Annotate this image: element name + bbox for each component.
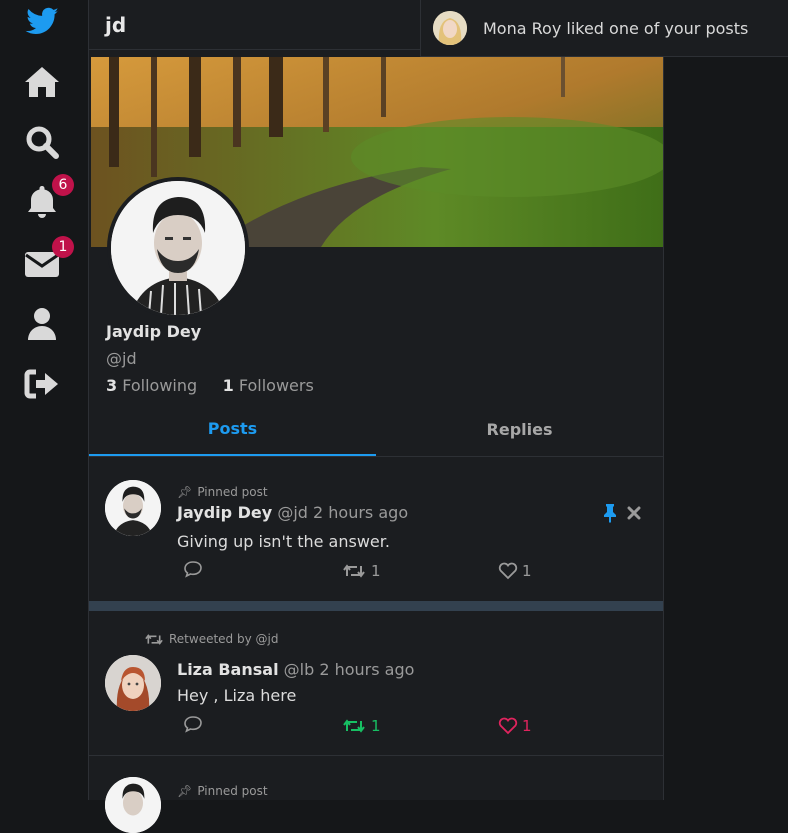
followers-label: Followers xyxy=(238,376,314,395)
post-author-name[interactable]: Liza Bansal xyxy=(177,660,279,679)
like-button[interactable]: 1 xyxy=(498,715,532,737)
following-label: Following xyxy=(122,376,198,395)
profile-handle: @jd xyxy=(106,349,137,368)
comment-icon xyxy=(184,561,202,578)
post-text: Giving up isn't the answer. xyxy=(177,532,390,551)
comment-button[interactable] xyxy=(183,560,343,582)
search-icon[interactable] xyxy=(22,122,62,162)
following-count: 3 xyxy=(106,376,118,395)
sidebar: 6 1 xyxy=(0,0,88,800)
like-count: 1 xyxy=(522,562,532,580)
post-author-name[interactable]: Jaydip Dey xyxy=(177,503,272,522)
followers-count: 1 xyxy=(222,376,234,395)
tab-replies[interactable]: Replies xyxy=(376,403,663,456)
retweet-icon xyxy=(343,564,365,578)
main-column: jd Jaydip Dey @jd 3 Following 1 Follower… xyxy=(88,0,664,833)
retweet-icon xyxy=(343,719,365,733)
comment-button[interactable] xyxy=(183,715,343,737)
notification-avatar xyxy=(433,11,467,45)
notification-text: Mona Roy liked one of your posts xyxy=(483,18,749,38)
retweet-small-icon xyxy=(145,633,163,645)
bell-icon[interactable]: 6 xyxy=(22,174,74,222)
profile-info: Jaydip Dey @jd 3 Following 1 Followers xyxy=(106,322,314,395)
profile-tabs: Posts Replies xyxy=(89,403,663,457)
home-icon[interactable] xyxy=(22,62,62,102)
logout-icon[interactable] xyxy=(22,364,62,404)
pinned-indicator: 📌︎ Pinned post xyxy=(177,780,268,799)
message-badge: 1 xyxy=(52,236,74,258)
retweet-count: 1 xyxy=(371,562,381,580)
pinned-label: Pinned post xyxy=(197,784,268,798)
followers-link[interactable]: 1 Followers xyxy=(223,376,314,395)
post-avatar[interactable] xyxy=(105,777,161,833)
like-count: 1 xyxy=(522,717,532,735)
pin-small-icon: 📌︎ xyxy=(177,784,193,798)
pin-small-icon: 📌︎ xyxy=(177,485,193,499)
post-avatar[interactable] xyxy=(105,655,161,711)
pinned-indicator: 📌︎ Pinned post xyxy=(177,481,268,500)
like-button[interactable]: 1 xyxy=(498,560,532,582)
retweet-count: 1 xyxy=(371,717,381,735)
post-actions: 1 1 xyxy=(183,560,532,582)
page-title: jd xyxy=(105,12,127,37)
retweet-button[interactable]: 1 xyxy=(343,715,498,737)
post-time: 2 hours ago xyxy=(313,503,409,522)
retweeted-label: Retweeted by @jd xyxy=(169,632,279,646)
heart-icon xyxy=(498,717,518,735)
pinned-separator xyxy=(89,601,663,611)
notification-badge: 6 xyxy=(52,174,74,196)
post-actions: 1 1 xyxy=(183,715,532,737)
pin-button[interactable] xyxy=(601,503,621,523)
notification-toast[interactable]: Mona Roy liked one of your posts xyxy=(420,0,788,57)
post-time: 2 hours ago xyxy=(319,660,415,679)
post-avatar[interactable] xyxy=(105,480,161,536)
post-author-handle: @lb xyxy=(283,660,315,679)
retweeted-indicator: Retweeted by @jd xyxy=(145,632,278,646)
post-text: Hey , Liza here xyxy=(177,686,297,705)
pinned-label: Pinned post xyxy=(197,485,268,499)
user-icon[interactable] xyxy=(22,304,62,344)
retweet-button[interactable]: 1 xyxy=(343,560,498,582)
follow-stats: 3 Following 1 Followers xyxy=(106,376,314,395)
profile-name: Jaydip Dey xyxy=(106,322,202,341)
twitter-logo-icon[interactable] xyxy=(22,2,62,42)
post-author-handle: @jd xyxy=(277,503,308,522)
post-header: Jaydip Dey @jd 2 hours ago xyxy=(177,503,408,522)
post-header: Liza Bansal @lb 2 hours ago xyxy=(177,660,414,679)
envelope-icon[interactable]: 1 xyxy=(22,236,74,284)
comment-icon xyxy=(184,716,202,733)
heart-icon xyxy=(498,562,518,580)
delete-button[interactable] xyxy=(627,505,643,521)
tab-posts[interactable]: Posts xyxy=(89,403,376,456)
following-link[interactable]: 3 Following xyxy=(106,376,197,395)
profile-avatar[interactable] xyxy=(107,177,249,319)
post-divider xyxy=(89,755,663,756)
